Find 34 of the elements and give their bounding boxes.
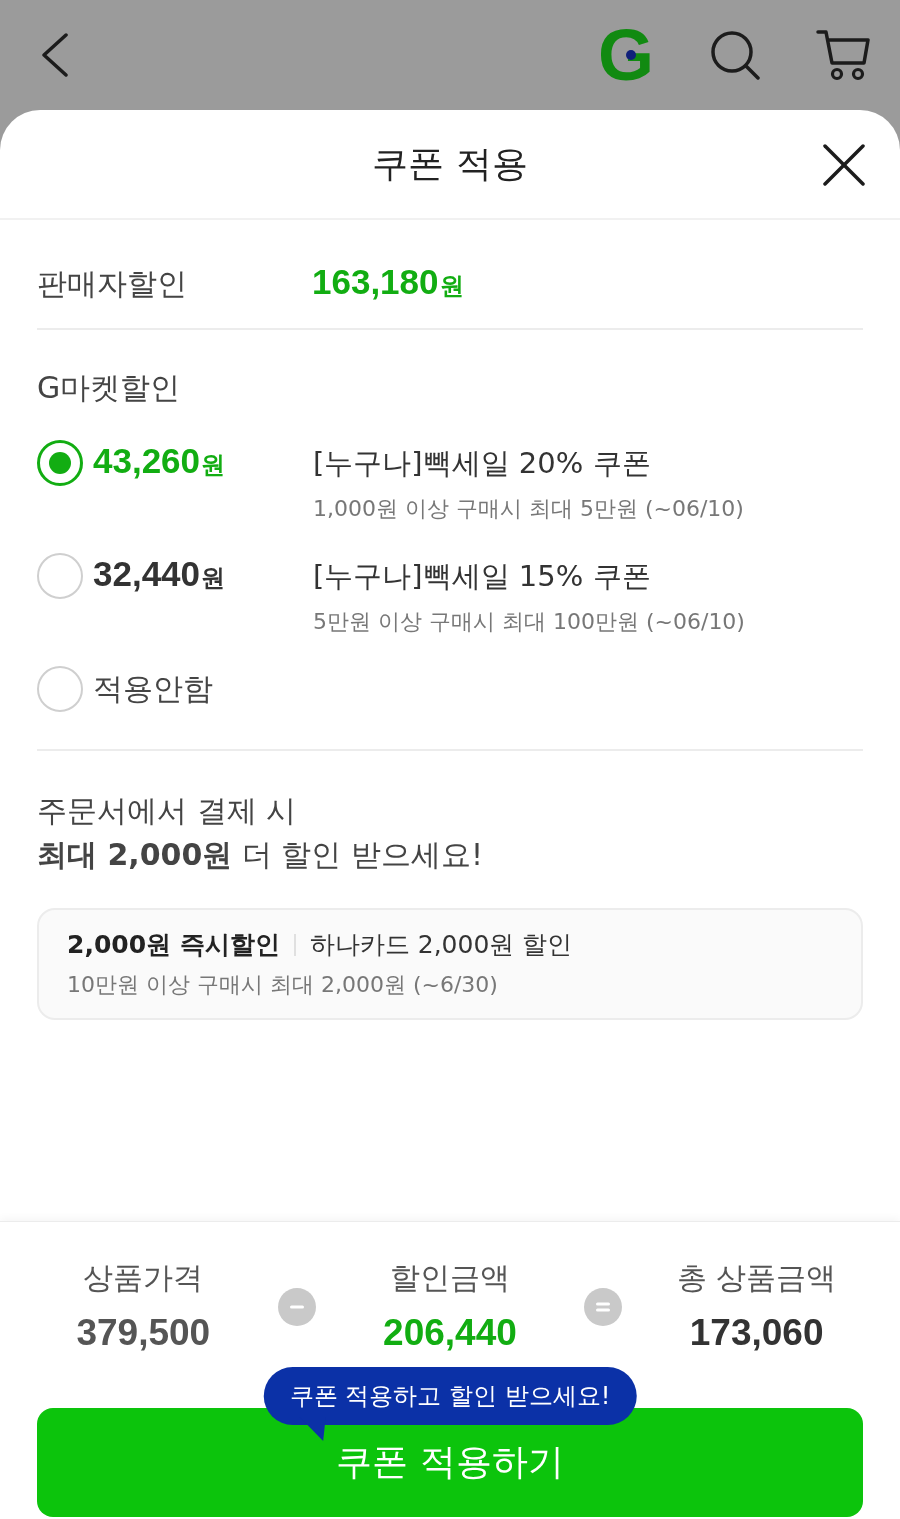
coupon-condition: 1,000원 이상 구매시 최대 5만원 (~06/10) (313, 495, 745, 523)
total-value: 173,060 (689, 1311, 824, 1355)
coupon-title: [누구나]빽세일 15% 쿠폰 (313, 558, 652, 595)
radio-button[interactable] (37, 666, 83, 712)
coupon-title: [누구나]빽세일 20% 쿠폰 (313, 445, 652, 482)
price-label: 상품가격 (83, 1259, 204, 1297)
radio-button[interactable] (37, 440, 83, 486)
sheet-title: 쿠폰 적용 (372, 142, 528, 186)
card-offer-condition: 10만원 이상 구매시 최대 2,000원 (~6/30) (67, 971, 499, 999)
back-icon[interactable] (40, 33, 70, 77)
logo[interactable]: G (598, 24, 654, 86)
promo-text: 주문서에서 결제 시 (37, 792, 298, 830)
search-icon[interactable] (710, 30, 760, 80)
coupon-discount-amount: 43,260원 (93, 440, 226, 482)
coupon-discount-amount: 32,440원 (93, 553, 226, 595)
coupon-condition: 5만원 이상 구매시 최대 100만원 (~06/10) (313, 608, 746, 636)
apply-coupon-button[interactable]: 쿠폰 적용하기 (37, 1408, 863, 1517)
promo-headline: 최대 2,000원 더 할인 받으세요! (37, 836, 484, 874)
minus-icon (277, 1287, 316, 1326)
gmarket-discount-label: G마켓할인 (37, 369, 182, 407)
total-label: 총 상품금액 (676, 1259, 837, 1297)
equals-icon (584, 1287, 623, 1326)
close-icon[interactable] (823, 144, 865, 186)
price-value: 379,500 (76, 1311, 211, 1355)
card-offer-detail: 하나카드 2,000원 할인 (309, 929, 573, 961)
radio-button[interactable] (37, 553, 83, 599)
discount-value: 206,440 (383, 1311, 517, 1355)
seller-discount-label: 판매자할인 (37, 265, 188, 303)
seller-discount-amount: 163,180원 (312, 261, 465, 303)
cart-icon[interactable] (816, 29, 870, 81)
discount-label: 할인금액 (390, 1259, 510, 1297)
card-offer-headline: 2,000원 즉시할인 (67, 929, 280, 961)
no-coupon-label[interactable]: 적용안함 (93, 667, 213, 711)
dot-icon (626, 50, 636, 60)
